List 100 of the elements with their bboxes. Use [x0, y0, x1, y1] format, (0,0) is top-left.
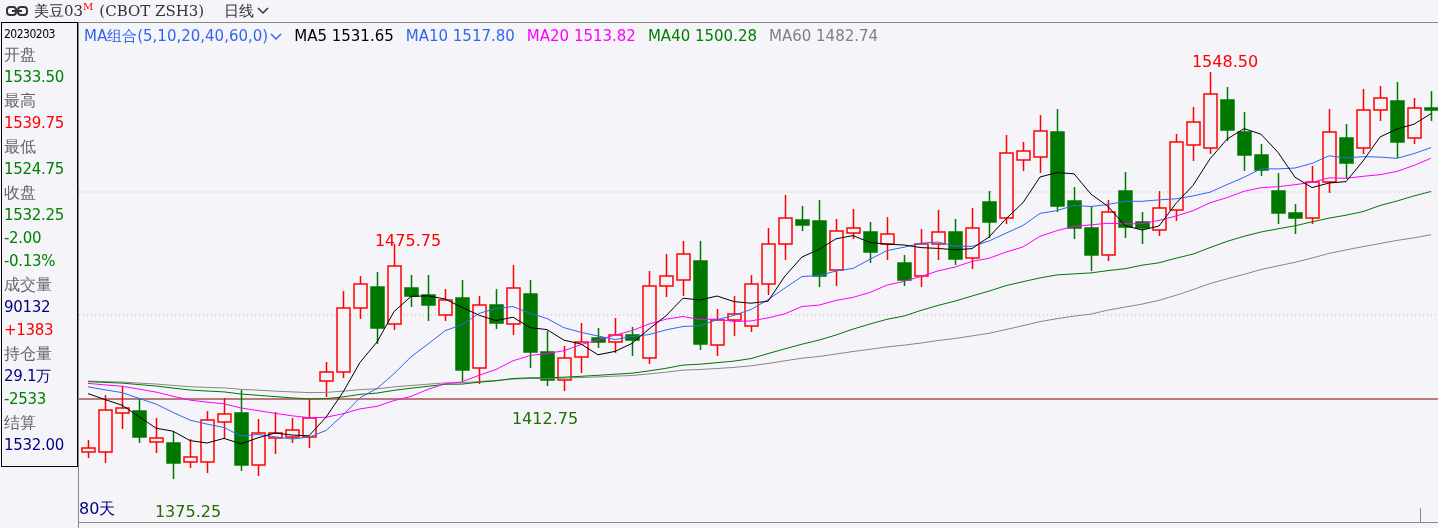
candlestick [1033, 114, 1048, 174]
field-label: 持仓量 [4, 343, 53, 365]
candlestick [676, 240, 691, 297]
candlestick [880, 216, 895, 261]
candlestick [438, 288, 453, 322]
field-label: 开盘 [4, 44, 37, 66]
span-label: 80天 [79, 499, 116, 520]
field-value: +1383 [4, 320, 55, 341]
candlestick [557, 345, 572, 392]
field-value: -2.00 [4, 228, 43, 249]
candlestick [1135, 211, 1150, 245]
candlestick [914, 228, 929, 288]
candlestick [81, 439, 96, 459]
indicator-selector[interactable]: MA组合(5,10,20,40,60,0) [84, 27, 283, 46]
candlestick [778, 194, 793, 261]
candlestick [1016, 141, 1031, 172]
candlestick [1356, 88, 1371, 155]
candlestick [1152, 190, 1167, 237]
field-value: -0.13% [4, 251, 57, 272]
field-value: 90132 [4, 297, 52, 318]
candlestick [319, 361, 334, 398]
price-label: 1412.75 [511, 409, 579, 428]
candlestick [931, 209, 946, 261]
candlestick [1186, 106, 1201, 162]
candlestick [217, 397, 232, 439]
candlestick [1424, 90, 1438, 122]
price-label: 1548.50 [1191, 52, 1259, 71]
candlestick [183, 438, 198, 469]
candlestick [251, 418, 266, 477]
candlestick [591, 327, 606, 349]
candlestick [625, 326, 640, 357]
candlestick [302, 398, 317, 449]
candlestick [200, 410, 215, 474]
price-label: 1475.75 [374, 231, 442, 250]
period-dropdown[interactable]: 日线 [224, 1, 270, 21]
candlestick [149, 417, 164, 454]
candlestick [727, 295, 742, 337]
price-label: 1375.25 [154, 502, 222, 521]
candlestick [98, 394, 113, 464]
candlestick [897, 254, 912, 287]
candlestick [132, 397, 147, 444]
field-value: 1524.75 [4, 159, 65, 180]
field-value: 1532.00 [4, 435, 65, 456]
candlestick [540, 330, 555, 387]
candlestick [1373, 85, 1388, 122]
field-label: 最低 [4, 136, 37, 158]
field-value: 1533.50 [4, 67, 65, 88]
ma-value: MA60 1482.74 [769, 27, 879, 46]
candlestick [268, 411, 283, 455]
candlestick [574, 322, 589, 374]
ma-value: MA5 1531.65 [294, 27, 394, 46]
field-value: 1532.25 [4, 205, 65, 226]
field-value: 1539.75 [4, 113, 65, 134]
candlestick [353, 275, 368, 320]
field-label: 成交量 [4, 274, 53, 296]
contract-code: (CBOT ZSH3) [99, 2, 205, 20]
candlestick [506, 264, 521, 336]
candlestick [1118, 171, 1133, 239]
candlestick [1407, 97, 1422, 145]
ma-value: MA20 1513.82 [526, 27, 636, 46]
candlestick [421, 274, 436, 322]
field-label: 最高 [4, 90, 37, 112]
candlestick [659, 253, 674, 298]
chevron-icon [270, 32, 283, 41]
field-value: -2533 [4, 389, 48, 410]
field-value: 29.1万 [4, 366, 52, 387]
candlestick [1220, 86, 1235, 142]
candlestick [829, 218, 844, 287]
candlestick [710, 308, 725, 357]
candlestick [1271, 172, 1286, 225]
candlestick [846, 208, 861, 240]
candlestick [982, 190, 997, 239]
date-text: 20230203 [4, 26, 56, 43]
candlestick [489, 288, 504, 330]
candlestick [404, 274, 419, 308]
candlestick [1067, 186, 1082, 240]
candlestick [608, 317, 623, 354]
candlestick [948, 218, 963, 266]
candlestick [1305, 165, 1320, 225]
symbol-name: 美豆03$^{M}$ [34, 1, 94, 21]
candlestick [795, 205, 810, 232]
candlestick [761, 227, 776, 296]
candlestick [1101, 199, 1116, 262]
candlestick [863, 221, 878, 264]
candlestick [1237, 111, 1252, 172]
candlestick [1254, 143, 1269, 177]
candlestick [285, 417, 300, 444]
field-label: 收盘 [4, 182, 37, 204]
ma-value: MA40 1500.28 [647, 27, 757, 46]
candlestick [115, 385, 130, 430]
candlestick [1288, 203, 1303, 235]
chevron-icon [257, 7, 270, 15]
link-icon[interactable] [6, 6, 28, 16]
candlestick [166, 431, 181, 480]
candlestick [965, 207, 980, 270]
field-label: 结算 [4, 412, 37, 434]
ma-value: MA10 1517.80 [405, 27, 515, 46]
candlestick [1084, 206, 1099, 272]
candlestick [744, 274, 759, 333]
candlestick [1339, 123, 1354, 180]
